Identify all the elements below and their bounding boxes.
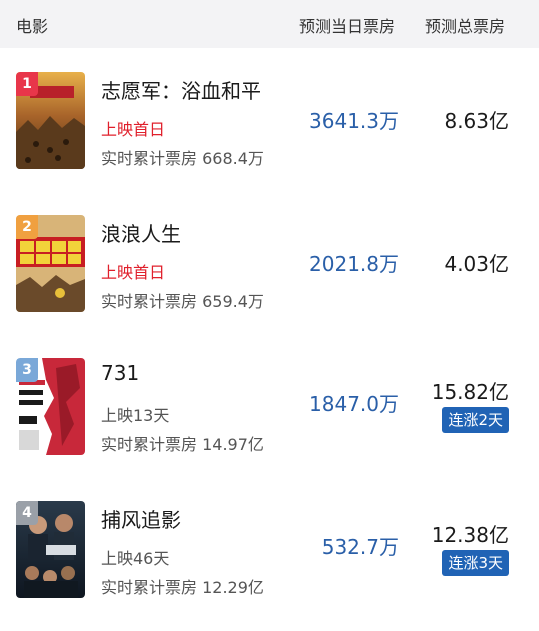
column-header-total-forecast: 预测总票房: [425, 17, 506, 36]
rank-badge: 3: [16, 358, 38, 382]
movie-title[interactable]: 731: [101, 361, 139, 385]
release-status: 上映13天: [101, 406, 170, 425]
movie-poster[interactable]: 3: [16, 358, 85, 455]
streak-badge: 连涨3天: [442, 550, 509, 576]
release-status: 上映46天: [101, 549, 170, 568]
column-header-movie: 电影: [16, 17, 49, 36]
cumulative-box-office: 实时累计票房 668.4万: [101, 149, 264, 168]
today-forecast-value: 3641.3万: [309, 109, 399, 133]
movie-row[interactable]: 3 731 上映13天 实时累计票房 14.97亿 1847.0万 15.82亿…: [0, 334, 539, 477]
movie-poster[interactable]: 2: [16, 215, 85, 312]
table-header: 电影 预测当日票房 预测总票房: [0, 0, 539, 48]
cumulative-box-office: 实时累计票房 12.29亿: [101, 578, 264, 597]
column-header-today-forecast: 预测当日票房: [299, 17, 396, 36]
today-forecast-value: 532.7万: [321, 535, 399, 559]
today-forecast-value: 1847.0万: [309, 392, 399, 416]
movie-title[interactable]: 志愿军：浴血和平: [101, 75, 261, 104]
today-forecast-value: 2021.8万: [309, 252, 399, 276]
rank-badge: 1: [16, 72, 38, 96]
total-forecast-value: 8.63亿: [444, 109, 509, 133]
total-forecast-value: 15.82亿: [431, 380, 509, 404]
movie-row[interactable]: 4 捕风追影 上映46天 实时累计票房 12.29亿 532.7万 12.38亿…: [0, 477, 539, 620]
movie-title[interactable]: 浪浪人生: [101, 218, 181, 247]
cumulative-box-office: 实时累计票房 659.4万: [101, 292, 264, 311]
movie-title[interactable]: 捕风追影: [101, 504, 181, 533]
movie-poster[interactable]: 1: [16, 72, 85, 169]
movie-poster[interactable]: 4: [16, 501, 85, 598]
movie-row[interactable]: 1 志愿军：浴血和平 上映首日 实时累计票房 668.4万 3641.3万 8.…: [0, 48, 539, 191]
streak-badge: 连涨2天: [442, 407, 509, 433]
rank-badge: 4: [16, 501, 38, 525]
movie-row[interactable]: 2 浪浪人生 上映首日 实时累计票房 659.4万 2021.8万 4.03亿: [0, 191, 539, 334]
release-status: 上映首日: [101, 263, 166, 282]
total-forecast-value: 12.38亿: [431, 523, 509, 547]
release-status: 上映首日: [101, 120, 166, 139]
rank-badge: 2: [16, 215, 38, 239]
total-forecast-value: 4.03亿: [444, 252, 509, 276]
cumulative-box-office: 实时累计票房 14.97亿: [101, 435, 264, 454]
